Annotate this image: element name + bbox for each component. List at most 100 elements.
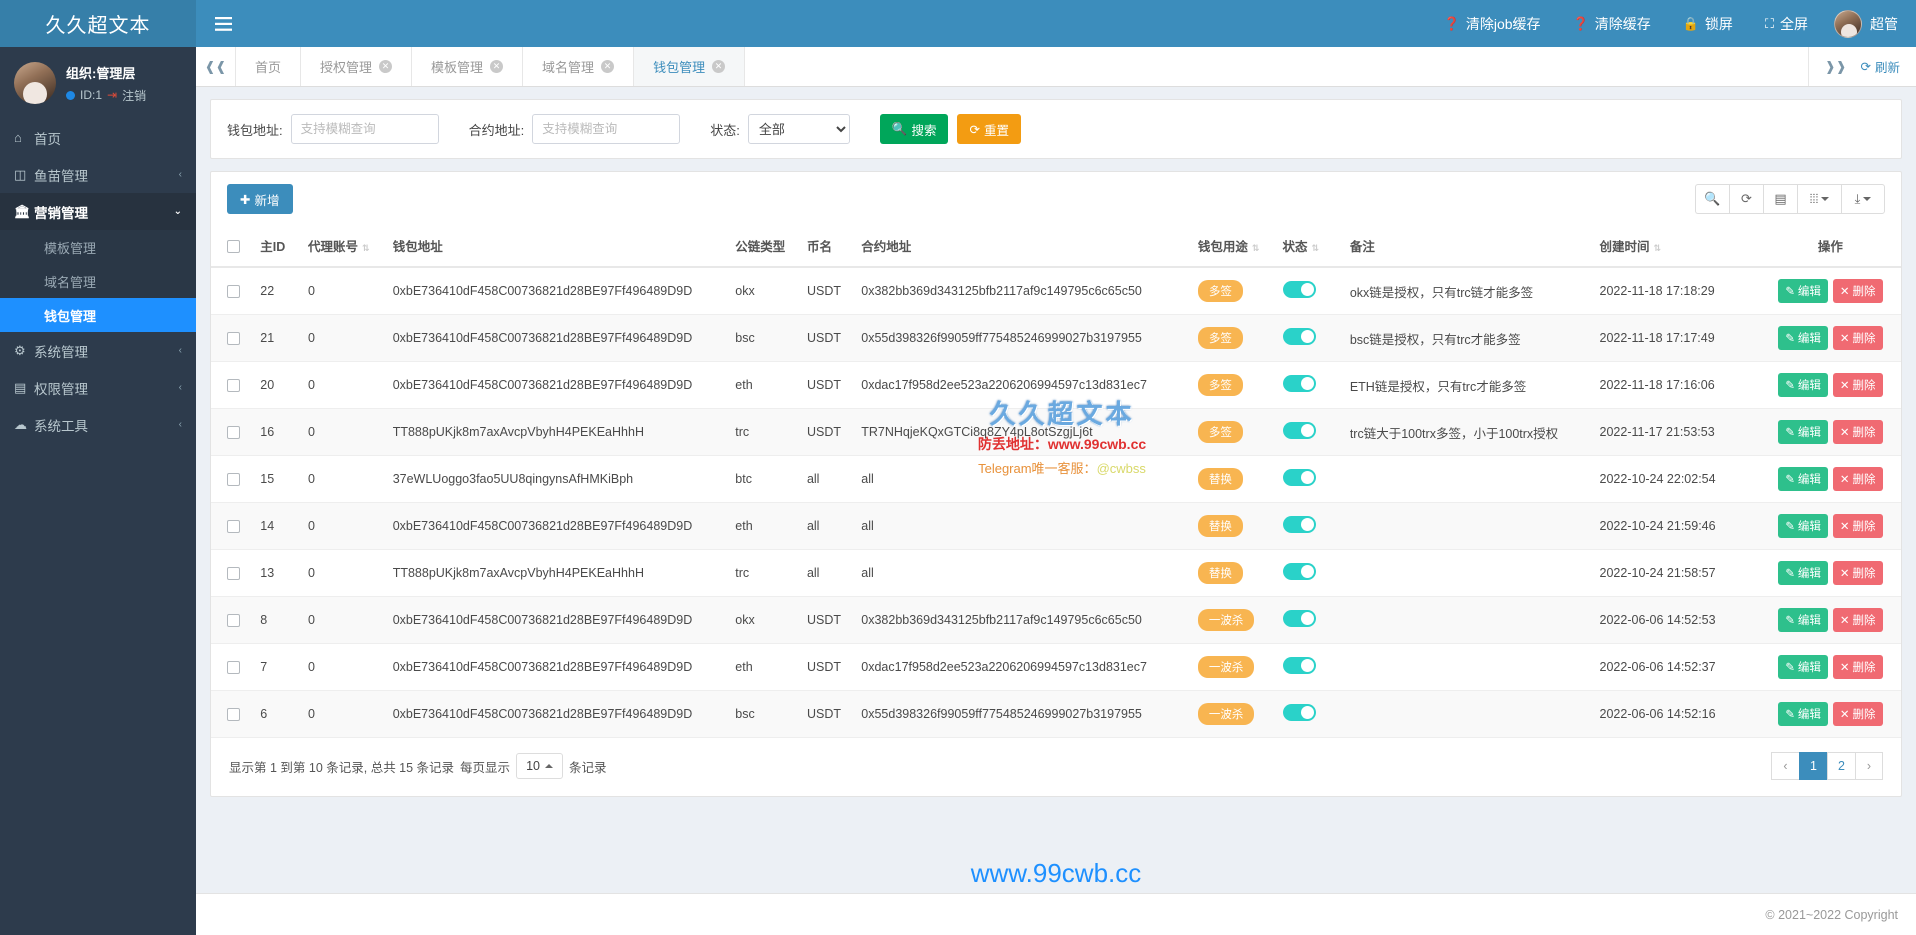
user-menu-button[interactable]: 超管 bbox=[1824, 0, 1916, 47]
status-toggle[interactable] bbox=[1282, 516, 1316, 533]
refresh-icon[interactable]: ⟳ bbox=[1729, 184, 1763, 214]
tab-home[interactable]: 首页 bbox=[236, 47, 302, 86]
close-icon[interactable]: ✕ bbox=[601, 60, 615, 73]
delete-button[interactable]: ✕ 删除 bbox=[1832, 561, 1883, 585]
status-toggle[interactable] bbox=[1282, 610, 1316, 627]
export-icon[interactable]: ⤓ bbox=[1841, 184, 1885, 214]
row-checkbox[interactable] bbox=[227, 332, 240, 346]
cell-chain: eth bbox=[727, 643, 799, 691]
edit-button[interactable]: ✎ 编辑 bbox=[1778, 561, 1828, 585]
sidebar-item-fish[interactable]: ◫ 鱼苗管理 ‹ bbox=[0, 156, 196, 193]
sidebar-item-permission[interactable]: ▤ 权限管理 ‹ bbox=[0, 369, 196, 406]
row-checkbox[interactable] bbox=[227, 285, 240, 299]
status-toggle[interactable] bbox=[1282, 281, 1316, 298]
row-checkbox[interactable] bbox=[227, 379, 240, 393]
columns-icon[interactable]: ⦙⦙⦙ bbox=[1797, 184, 1841, 214]
search-icon[interactable]: 🔍 bbox=[1695, 184, 1729, 214]
tabs-scroll-right-button[interactable]: ❱❱ bbox=[1825, 59, 1847, 75]
search-button[interactable]: 🔍 搜索 bbox=[879, 114, 949, 144]
logout-icon[interactable]: ⇥ bbox=[107, 88, 117, 102]
row-checkbox[interactable] bbox=[227, 520, 240, 534]
tab-wallet[interactable]: 钱包管理 ✕ bbox=[634, 47, 746, 86]
sidebar-item-template[interactable]: 模板管理 bbox=[0, 230, 196, 264]
reset-button[interactable]: ⟳ 重置 bbox=[957, 114, 1021, 144]
sidebar-item-domain[interactable]: 域名管理 bbox=[0, 264, 196, 298]
pager-next-button[interactable]: › bbox=[1855, 752, 1883, 780]
sidebar-item-system[interactable]: ⚙ 系统管理 ‹ bbox=[0, 332, 196, 369]
usage-badge: 一波杀 bbox=[1197, 656, 1255, 678]
status-toggle[interactable] bbox=[1282, 422, 1316, 439]
row-checkbox[interactable] bbox=[227, 426, 240, 440]
delete-button[interactable]: ✕ 删除 bbox=[1832, 326, 1883, 350]
tabs-scroll-left-button[interactable]: ❰❰ bbox=[196, 47, 236, 86]
edit-icon: ✎ bbox=[1785, 333, 1795, 345]
tab-template[interactable]: 模板管理 ✕ bbox=[412, 47, 524, 86]
column-header-time[interactable]: 创建时间 ⇅ bbox=[1591, 225, 1760, 268]
status-toggle[interactable] bbox=[1282, 657, 1316, 674]
pager-page-1[interactable]: 1 bbox=[1799, 752, 1827, 780]
edit-button[interactable]: ✎ 编辑 bbox=[1778, 326, 1828, 350]
site-url-banner: www.99cwb.cc bbox=[196, 858, 1916, 889]
status-toggle[interactable] bbox=[1282, 563, 1316, 580]
edit-button[interactable]: ✎ 编辑 bbox=[1778, 467, 1828, 491]
pager-prev-button[interactable]: ‹ bbox=[1771, 752, 1799, 780]
list-icon[interactable]: ▤ bbox=[1763, 184, 1797, 214]
row-checkbox[interactable] bbox=[227, 614, 240, 628]
clear-job-cache-button[interactable]: ❓ 清除job缓存 bbox=[1428, 0, 1557, 47]
edit-button[interactable]: ✎ 编辑 bbox=[1778, 420, 1828, 444]
close-icon[interactable]: ✕ bbox=[379, 60, 393, 73]
app-logo[interactable]: 久久超文本 bbox=[0, 0, 196, 47]
status-toggle[interactable] bbox=[1282, 469, 1316, 486]
row-checkbox[interactable] bbox=[227, 708, 240, 722]
tab-authorization[interactable]: 授权管理 ✕ bbox=[301, 47, 413, 86]
add-button[interactable]: ✚ 新增 bbox=[227, 184, 293, 214]
delete-button[interactable]: ✕ 删除 bbox=[1832, 279, 1883, 303]
wallet-address-input[interactable] bbox=[290, 114, 439, 144]
site-url-text: www.99cwb.cc bbox=[970, 858, 1142, 888]
delete-button[interactable]: ✕ 删除 bbox=[1832, 467, 1883, 491]
per-page-select[interactable]: 10 bbox=[516, 753, 563, 779]
edit-button[interactable]: ✎ 编辑 bbox=[1778, 702, 1828, 726]
tab-domain[interactable]: 域名管理 ✕ bbox=[523, 47, 635, 86]
contract-address-input[interactable] bbox=[532, 114, 681, 144]
app-logo-text: 久久超文本 bbox=[45, 15, 151, 37]
select-all-checkbox[interactable] bbox=[227, 239, 240, 253]
sidebar-item-home[interactable]: ⌂ 首页 bbox=[0, 119, 196, 156]
lock-screen-button[interactable]: 🔒 锁屏 bbox=[1667, 0, 1749, 47]
delete-button[interactable]: ✕ 删除 bbox=[1832, 373, 1883, 397]
row-checkbox[interactable] bbox=[227, 473, 240, 487]
status-select[interactable]: 全部 bbox=[747, 114, 850, 144]
cell-coin: USDT bbox=[798, 361, 854, 409]
sidebar-item-marketing[interactable]: 🏛 营销管理 ⌄ bbox=[0, 193, 196, 230]
column-header-use[interactable]: 钱包用途 ⇅ bbox=[1189, 225, 1275, 268]
edit-button[interactable]: ✎ 编辑 bbox=[1778, 608, 1828, 632]
status-toggle[interactable] bbox=[1282, 375, 1316, 392]
refresh-page-button[interactable]: ⟳ 刷新 bbox=[1861, 57, 1901, 76]
clear-cache-button[interactable]: ❓ 清除缓存 bbox=[1557, 0, 1667, 47]
row-checkbox[interactable] bbox=[227, 567, 240, 581]
edit-button[interactable]: ✎ 编辑 bbox=[1778, 279, 1828, 303]
logout-link[interactable]: 注销 bbox=[122, 87, 146, 104]
delete-button[interactable]: ✕ 删除 bbox=[1832, 608, 1883, 632]
delete-button[interactable]: ✕ 删除 bbox=[1832, 655, 1883, 679]
sidebar-item-wallet[interactable]: 钱包管理 bbox=[0, 298, 196, 332]
contract-filter-label: 合约地址: bbox=[468, 122, 525, 138]
delete-button[interactable]: ✕ 删除 bbox=[1832, 514, 1883, 538]
status-toggle[interactable] bbox=[1282, 704, 1316, 721]
fullscreen-button[interactable]: ⛶ 全屏 bbox=[1749, 0, 1824, 47]
pager-page-2[interactable]: 2 bbox=[1827, 752, 1855, 780]
edit-button[interactable]: ✎ 编辑 bbox=[1778, 373, 1828, 397]
chevron-left-icon: ‹ bbox=[178, 382, 182, 393]
delete-button[interactable]: ✕ 删除 bbox=[1832, 702, 1883, 726]
delete-button[interactable]: ✕ 删除 bbox=[1832, 420, 1883, 444]
sidebar-item-tools[interactable]: ☁ 系统工具 ‹ bbox=[0, 406, 196, 443]
sidebar-toggle-button[interactable] bbox=[196, 0, 250, 47]
status-toggle[interactable] bbox=[1282, 328, 1316, 345]
close-icon[interactable]: ✕ bbox=[712, 60, 726, 73]
edit-button[interactable]: ✎ 编辑 bbox=[1778, 655, 1828, 679]
column-header-state[interactable]: 状态 ⇅ bbox=[1274, 225, 1342, 268]
row-checkbox[interactable] bbox=[227, 661, 240, 675]
column-header-agent[interactable]: 代理账号 ⇅ bbox=[300, 225, 385, 268]
close-icon[interactable]: ✕ bbox=[490, 60, 504, 73]
edit-button[interactable]: ✎ 编辑 bbox=[1778, 514, 1828, 538]
